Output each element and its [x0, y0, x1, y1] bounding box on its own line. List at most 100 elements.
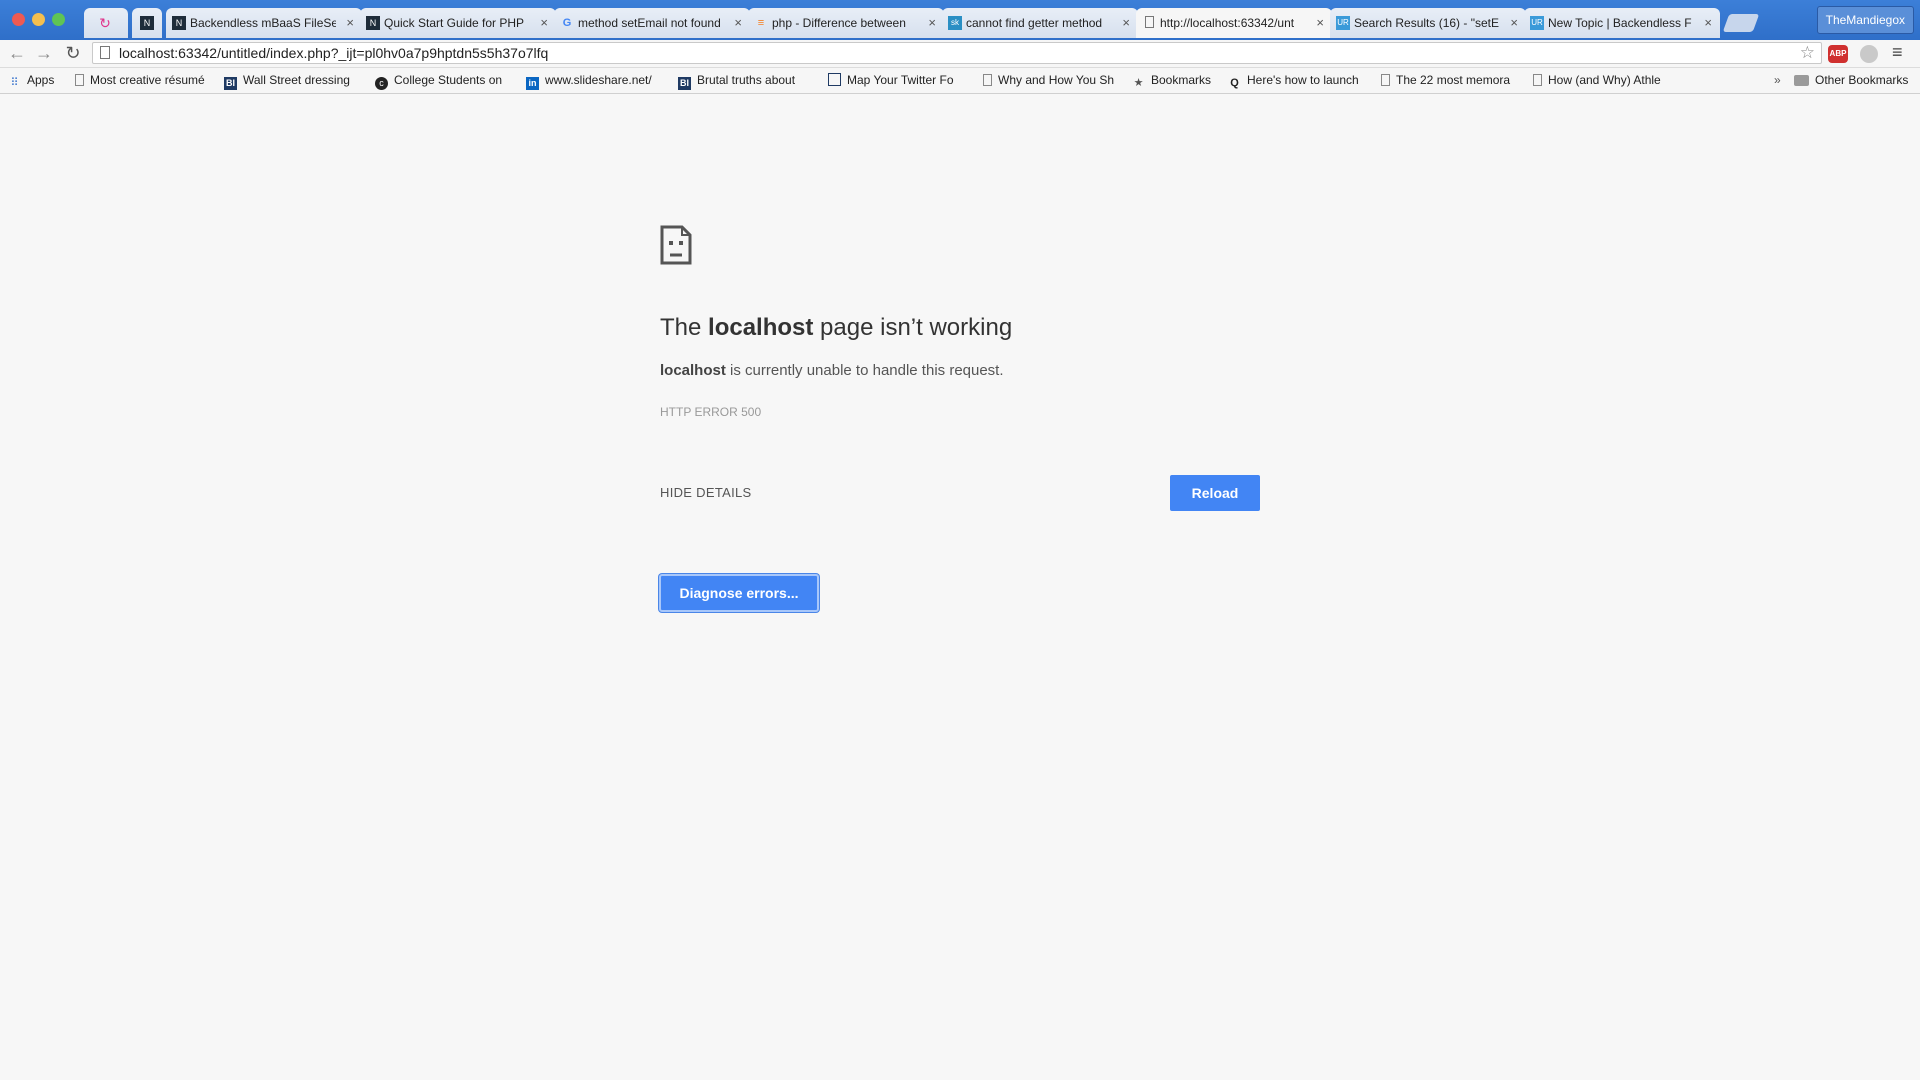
page-icon — [983, 74, 992, 86]
tab-title: http://localhost:63342/unt — [1160, 16, 1295, 30]
close-tab-icon[interactable]: × — [1704, 8, 1712, 38]
site-icon: sk — [948, 16, 962, 30]
tab-google-search[interactable]: G method setEmail not found × — [554, 8, 750, 38]
apps-grid-icon: ⠿ — [10, 77, 19, 89]
stackoverflow-icon: ≡ — [757, 17, 765, 29]
page-icon — [100, 46, 110, 59]
page-icon — [1145, 16, 1154, 28]
bookmark-label: How (and Why) Athle — [1548, 73, 1661, 87]
sad-page-icon — [660, 225, 692, 265]
tab-title: Quick Start Guide for PHP — [384, 16, 525, 30]
bookmark-label: Other Bookmarks — [1815, 73, 1909, 87]
page-icon — [1381, 74, 1390, 86]
profile-button[interactable]: TheMandiegox — [1816, 6, 1914, 34]
close-tab-icon[interactable]: × — [928, 8, 936, 38]
bookmark-label: College Students on — [394, 73, 503, 87]
tab-title: Backendless mBaaS FileSe — [190, 16, 336, 30]
site-icon — [828, 73, 841, 86]
tab-title: method setEmail not found — [578, 16, 721, 30]
url-text[interactable]: localhost:63342/untitled/index.php?_ijt=… — [119, 43, 548, 63]
bookmark-label: The 22 most memora — [1396, 73, 1511, 87]
toolbar: ← → ↻ localhost:63342/untitled/index.php… — [0, 40, 1920, 68]
desc-rest: is currently unable to handle this reque… — [725, 362, 1004, 379]
bookmark-item[interactable]: Q Here's how to launch — [1228, 68, 1360, 93]
error-code: HTTP ERROR 500 — [660, 405, 762, 419]
close-tab-icon[interactable]: × — [734, 8, 742, 38]
desc-host: localhost — [660, 362, 726, 379]
diagnose-errors-button[interactable]: Diagnose errors... — [659, 574, 819, 612]
bookmark-label: Why and How You Sh — [998, 73, 1115, 87]
page-icon — [1533, 74, 1542, 86]
maximize-window-button[interactable] — [52, 13, 65, 26]
reload-spinner-icon: ↻ — [99, 15, 111, 31]
backendless-icon: N — [172, 16, 186, 30]
bookmark-item[interactable]: Why and How You Sh — [983, 68, 1115, 93]
tab-title: Search Results (16) - "setE — [1354, 16, 1499, 30]
forward-arrow-icon[interactable]: → — [33, 42, 55, 64]
bookmark-item[interactable]: How (and Why) Athle — [1533, 68, 1665, 93]
tab-localhost[interactable]: http://localhost:63342/unt × — [1136, 8, 1332, 38]
bookmark-label: www.slideshare.net/ — [545, 73, 652, 87]
back-arrow-icon[interactable]: ← — [6, 42, 28, 64]
tab-backendless-files[interactable]: N Backendless mBaaS FileSe × — [166, 8, 362, 38]
menu-hamburger-icon[interactable]: ≡ — [1892, 42, 1903, 63]
tab-title: cannot find getter method — [966, 16, 1103, 30]
bookmark-label: Most creative résumé — [90, 73, 205, 87]
tab-reload[interactable]: ↻ — [84, 8, 128, 38]
minimize-window-button[interactable] — [32, 13, 45, 26]
adblock-plus-icon[interactable]: ABP — [1828, 45, 1848, 63]
uservoice-icon: UR — [1530, 16, 1544, 30]
bookmarks-bar: ⠿ Apps Most creative résumé BI Wall Street… — [0, 68, 1920, 94]
address-bar[interactable]: localhost:63342/untitled/index.php?_ijt=… — [92, 42, 1822, 64]
bookmark-item[interactable]: c College Students on — [375, 68, 505, 93]
bookmarks-overflow-chevron[interactable]: » — [1774, 68, 1781, 93]
tab-getter-method[interactable]: sk cannot find getter method × — [942, 8, 1138, 38]
site-icon: c — [375, 77, 388, 90]
bookmark-label: Here's how to launch — [1247, 73, 1359, 87]
bookmark-label: Apps — [27, 73, 55, 87]
quora-icon: Q — [1230, 77, 1239, 89]
reload-icon[interactable]: ↻ — [62, 42, 84, 64]
tab-title: php - Difference between — [772, 16, 906, 30]
close-tab-icon[interactable]: × — [1122, 8, 1130, 38]
bookmark-folder-bookmarks[interactable]: ★ Bookmarks — [1132, 68, 1211, 93]
title-suffix: page isn’t working — [813, 314, 1013, 341]
business-insider-icon: BI — [678, 77, 691, 90]
folder-icon — [1794, 75, 1809, 86]
new-tab-button[interactable] — [1722, 14, 1760, 32]
bookmark-item[interactable]: Most creative résumé — [75, 68, 215, 93]
bookmark-star-icon[interactable]: ☆ — [1800, 43, 1815, 63]
bookmark-item[interactable]: BI Brutal truths about — [678, 68, 812, 93]
tab-backendless-pinned[interactable]: N — [132, 8, 162, 38]
bookmark-label: Brutal truths about — [697, 73, 796, 87]
close-tab-icon[interactable]: × — [346, 8, 354, 38]
tab-new-topic[interactable]: UR New Topic | Backendless F × — [1524, 8, 1720, 38]
backendless-icon: N — [366, 16, 380, 30]
bookmark-item[interactable]: in www.slideshare.net/ — [526, 68, 662, 93]
extension-icon[interactable] — [1860, 45, 1878, 63]
close-tab-icon[interactable]: × — [1316, 8, 1324, 38]
star-icon: ★ — [1133, 77, 1144, 89]
tab-title: New Topic | Backendless F — [1548, 16, 1692, 30]
error-title: The localhost page isn’t working — [660, 314, 1012, 342]
google-icon: G — [562, 17, 572, 29]
linkedin-icon: in — [526, 77, 539, 90]
tab-search-results[interactable]: UR Search Results (16) - "setE × — [1330, 8, 1526, 38]
close-tab-icon[interactable]: × — [1510, 8, 1518, 38]
reload-button[interactable]: Reload — [1170, 475, 1260, 511]
bookmark-label: Bookmarks — [1151, 73, 1212, 87]
tab-stackoverflow[interactable]: ≡ php - Difference between × — [748, 8, 944, 38]
tab-quick-start[interactable]: N Quick Start Guide for PHP × — [360, 8, 556, 38]
other-bookmarks-folder[interactable]: Other Bookmarks — [1794, 68, 1908, 93]
business-insider-icon: BI — [224, 77, 237, 90]
hide-details-button[interactable]: HIDE DETAILS — [660, 485, 752, 500]
page-icon — [75, 74, 84, 86]
bookmark-apps[interactable]: ⠿ Apps — [8, 68, 54, 93]
title-prefix: The — [660, 314, 709, 341]
backendless-icon: N — [140, 16, 154, 30]
bookmark-item[interactable]: The 22 most memora — [1381, 68, 1513, 93]
close-tab-icon[interactable]: × — [540, 8, 548, 38]
close-window-button[interactable] — [12, 13, 25, 26]
bookmark-item[interactable]: Map Your Twitter Fo — [828, 68, 962, 93]
bookmark-item[interactable]: BI Wall Street dressing — [224, 68, 354, 93]
